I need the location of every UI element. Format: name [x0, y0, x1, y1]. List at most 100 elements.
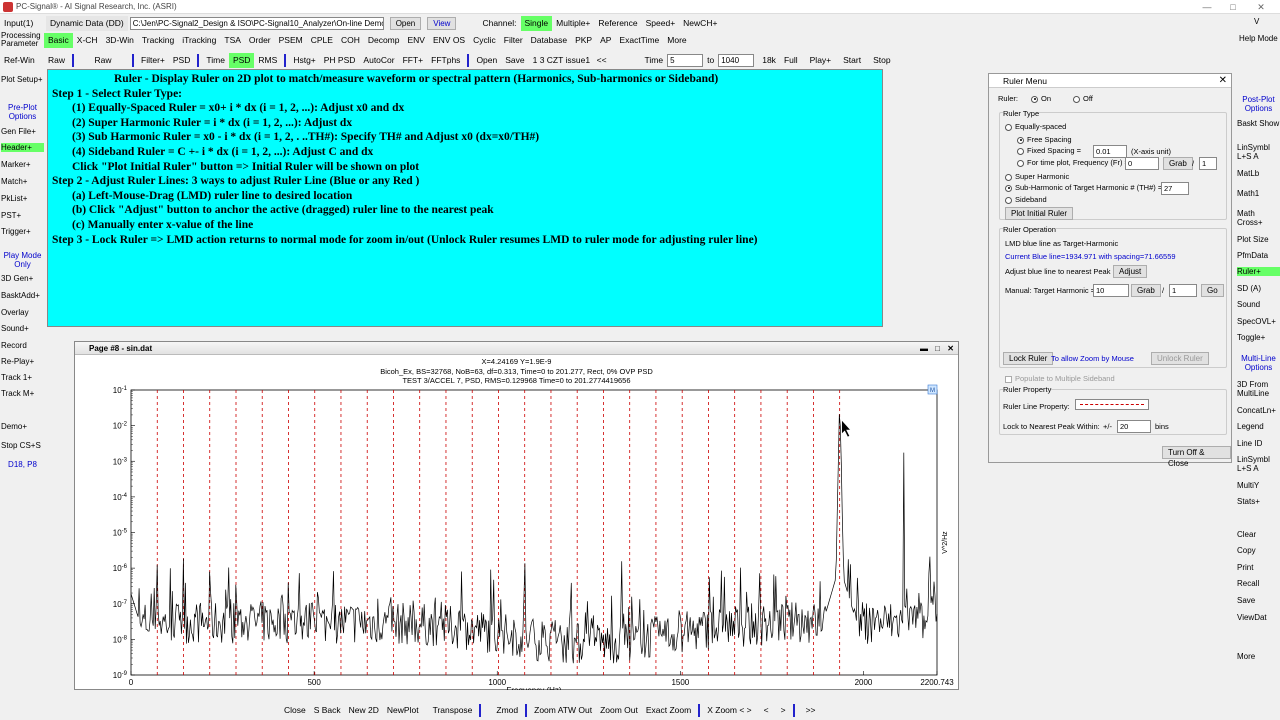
- pst-button[interactable]: PST+: [1, 211, 44, 220]
- menu-item-filter[interactable]: Filter: [500, 33, 527, 48]
- reference-button[interactable]: Reference: [594, 16, 641, 31]
- menu-item-coh[interactable]: COH: [337, 33, 364, 48]
- super-harmonic-radio[interactable]: Super Harmonic: [1005, 172, 1069, 181]
- sideband-radio[interactable]: Sideband: [1005, 195, 1047, 204]
- menu-item-env-os[interactable]: ENV OS: [429, 33, 469, 48]
- open-file-button[interactable]: Open: [389, 17, 422, 30]
- transpose-button[interactable]: Transpose: [429, 703, 477, 718]
- newch-button[interactable]: NewCH+: [679, 16, 721, 31]
- menu-item-ap[interactable]: AP: [596, 33, 615, 48]
- rms-button[interactable]: RMS: [254, 53, 281, 68]
- fft-button[interactable]: FFT+: [399, 53, 428, 68]
- trigger-button[interactable]: Trigger+: [1, 227, 44, 236]
- single-channel-button[interactable]: Single: [520, 16, 553, 31]
- header-button[interactable]: Header+: [1, 143, 44, 152]
- overlay-button[interactable]: Overlay: [1, 308, 44, 317]
- marker-button[interactable]: Marker+: [1, 160, 44, 169]
- dynamic-data-button[interactable]: Dynamic Data (DD): [46, 16, 128, 31]
- stats-button[interactable]: Stats+: [1237, 497, 1280, 506]
- zmod-button[interactable]: Zmod: [492, 703, 522, 718]
- recall-button[interactable]: Recall: [1237, 579, 1280, 588]
- linsymbl-2-button[interactable]: LinSymbl L+S A: [1237, 455, 1280, 473]
- menu-item-psem[interactable]: PSEM: [275, 33, 307, 48]
- czt-select[interactable]: 1 3 CZT issue1: [529, 53, 593, 68]
- fixed-spacing-radio[interactable]: Fixed Spacing =: [1017, 146, 1081, 155]
- toggle-button[interactable]: Toggle+: [1237, 333, 1280, 342]
- go-button[interactable]: Go: [1201, 284, 1224, 297]
- menu-item-decomp[interactable]: Decomp: [364, 33, 404, 48]
- raw-button[interactable]: Raw: [44, 53, 69, 68]
- linsymbl-button[interactable]: LinSymbl L+S A: [1237, 143, 1280, 161]
- hstg-button[interactable]: Hstg+: [289, 53, 319, 68]
- save-button[interactable]: Save: [501, 53, 528, 68]
- sub-harmonic-radio[interactable]: Sub-Harmonic of Target Harmonic # (TH#) …: [1005, 183, 1162, 192]
- grab-fr-button[interactable]: Grab: [1163, 157, 1193, 170]
- plot-close-icon[interactable]: ✕: [947, 342, 954, 355]
- populate-checkbox[interactable]: Populate to Multiple Sideband: [1005, 374, 1115, 383]
- time-from-input[interactable]: 5: [667, 53, 704, 67]
- stop-cs-button[interactable]: Stop CS+S: [1, 441, 44, 450]
- specovl-button[interactable]: SpecOVL+: [1237, 317, 1280, 326]
- lock-ruler-button[interactable]: Lock Ruler: [1003, 352, 1054, 365]
- more-button[interactable]: More: [1237, 652, 1280, 661]
- multiy-button[interactable]: MultiY: [1237, 481, 1280, 490]
- ruler-off-radio[interactable]: Off: [1073, 94, 1093, 103]
- matlb-button[interactable]: MatLb: [1237, 169, 1280, 178]
- s-back-button[interactable]: S Back: [310, 703, 345, 718]
- free-spacing-radio[interactable]: Free Spacing: [1017, 135, 1072, 144]
- fr-divisor-input[interactable]: 1: [1199, 157, 1217, 170]
- menu-item-tsa[interactable]: TSA: [220, 33, 245, 48]
- sd-button[interactable]: SD (A): [1237, 284, 1280, 293]
- menu-item-x-ch[interactable]: X-CH: [73, 33, 102, 48]
- multiple-channel-button[interactable]: Multiple+: [552, 16, 594, 31]
- menu-item-database[interactable]: Database: [527, 33, 571, 48]
- psd-button[interactable]: PSD: [228, 52, 255, 68]
- bins-input[interactable]: 20: [1117, 420, 1151, 433]
- clear-button[interactable]: Clear: [1237, 530, 1280, 539]
- plot-setup-button[interactable]: Plot Setup+: [1, 75, 44, 84]
- math1-button[interactable]: Math1: [1237, 189, 1280, 198]
- manual-divisor-input[interactable]: 1: [1169, 284, 1197, 297]
- ph-psd-button[interactable]: PH PSD: [320, 53, 360, 68]
- play-button[interactable]: Play+: [806, 53, 836, 68]
- autocor-button[interactable]: AutoCor: [359, 53, 398, 68]
- 3d-gen-button[interactable]: 3D Gen+: [1, 274, 44, 283]
- plot-minimize-icon[interactable]: ▬: [920, 342, 928, 355]
- ref-win-button[interactable]: Ref-Win: [0, 53, 44, 68]
- fr-input[interactable]: 0: [1125, 157, 1159, 170]
- 18k-button[interactable]: 18k: [758, 53, 780, 68]
- time-to-input[interactable]: 1040: [718, 53, 755, 67]
- start-button[interactable]: Start: [839, 53, 865, 68]
- plot-window[interactable]: Page #8 - sin.dat ▬ □ ✕ X=4.24169 Y=1.9E…: [74, 341, 959, 690]
- concatln-button[interactable]: ConcatLn+: [1237, 406, 1280, 415]
- filter-button[interactable]: Filter+: [137, 53, 169, 68]
- stop-button[interactable]: Stop: [869, 53, 895, 68]
- frequency-radio[interactable]: For time plot, Frequency (Fr) =: [1017, 158, 1129, 167]
- replay-button[interactable]: Re-Play+: [1, 357, 44, 366]
- full-button[interactable]: Full: [780, 53, 802, 68]
- fast-forward-button[interactable]: >>: [802, 703, 820, 718]
- turn-off-close-button[interactable]: Turn Off & Close: [1162, 446, 1231, 468]
- input-select[interactable]: Input(1): [0, 16, 46, 31]
- ruler-on-radio[interactable]: On: [1031, 94, 1051, 103]
- speed-button[interactable]: Speed+: [642, 16, 680, 31]
- raw-select[interactable]: Raw: [77, 53, 129, 68]
- zoom-atw-out-button[interactable]: Zoom ATW Out: [530, 703, 596, 718]
- line-id-button[interactable]: Line ID: [1237, 439, 1280, 448]
- view-button[interactable]: View: [427, 17, 457, 30]
- fftphs-button[interactable]: FFTphs: [427, 53, 464, 68]
- 3d-from-multiline-button[interactable]: 3D From MultiLine: [1237, 380, 1280, 398]
- pfmdata-button[interactable]: PfmData: [1237, 251, 1280, 260]
- close-icon[interactable]: ✕: [1254, 1, 1268, 13]
- plot-size-button[interactable]: Plot Size: [1237, 235, 1280, 244]
- demo-button[interactable]: Demo+: [1, 422, 44, 431]
- math-cross-button[interactable]: Math Cross+: [1237, 209, 1280, 227]
- scroll-right-button[interactable]: >: [777, 703, 790, 718]
- x-zoom-button[interactable]: X Zoom < >: [703, 703, 755, 718]
- ruler-button[interactable]: Ruler+: [1237, 267, 1280, 276]
- new-2d-button[interactable]: New 2D: [345, 703, 383, 718]
- scroll-left-button[interactable]: <: [760, 703, 773, 718]
- prev-button[interactable]: <<: [593, 53, 611, 68]
- menu-item-pkp[interactable]: PKP: [571, 33, 596, 48]
- legend-button[interactable]: Legend: [1237, 422, 1280, 431]
